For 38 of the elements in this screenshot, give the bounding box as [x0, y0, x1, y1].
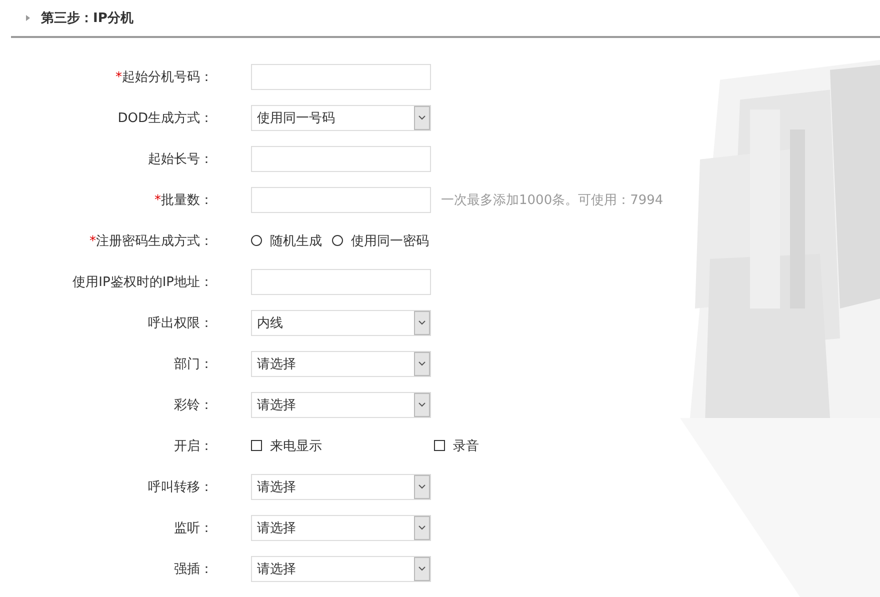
field-label: *起始分机号码： [114, 68, 213, 86]
radio-option[interactable]: 使用同一密码 [332, 232, 429, 250]
input-field[interactable] [251, 146, 431, 172]
caret-icon [414, 556, 430, 580]
input-field[interactable] [251, 268, 431, 294]
field-label: 开启： [173, 438, 213, 454]
field-label: 使用IP鉴权时的IP地址： [72, 274, 213, 290]
section-title: 第三步：IP分机 [41, 10, 134, 27]
dropdown[interactable]: 内线 [251, 310, 431, 336]
dropdown[interactable]: 请选择 [251, 350, 431, 376]
field-label: 强插： [173, 560, 213, 578]
dropdown[interactable]: 请选择 [251, 474, 431, 500]
field-label: *注册密码生成方式： [88, 232, 213, 250]
caret-icon [414, 352, 430, 376]
caret-icon [414, 516, 430, 540]
checkbox-option[interactable]: 来电显示 [251, 436, 434, 454]
caret-icon [414, 310, 430, 334]
radio-option[interactable]: 随机生成 [251, 232, 322, 250]
input-field[interactable] [251, 64, 431, 90]
field-label: DOD生成方式： [116, 110, 213, 126]
field-label: 呼出权限： [147, 314, 213, 332]
expand-arrow-icon[interactable] [25, 15, 31, 21]
dropdown[interactable]: 使用同一号码 [251, 104, 431, 130]
field-label: *批量数： [154, 192, 213, 208]
field-label: 监听： [173, 520, 213, 536]
dropdown[interactable]: 请选择 [251, 392, 431, 418]
input-field[interactable] [251, 186, 431, 212]
hint-text: 一次最多添加1000条。可使用：7994 [441, 192, 664, 208]
caret-icon [414, 474, 430, 498]
field-label: 呼叫转移： [147, 478, 213, 496]
dropdown[interactable]: 请选择 [251, 556, 431, 582]
checkbox-option[interactable]: 录音 [434, 436, 479, 454]
caret-icon [414, 392, 430, 416]
field-label: 部门： [173, 356, 213, 372]
field-label: 起始长号： [147, 150, 213, 168]
field-label: 彩铃： [173, 396, 213, 414]
caret-icon [414, 106, 430, 130]
dropdown[interactable]: 请选择 [251, 514, 431, 540]
